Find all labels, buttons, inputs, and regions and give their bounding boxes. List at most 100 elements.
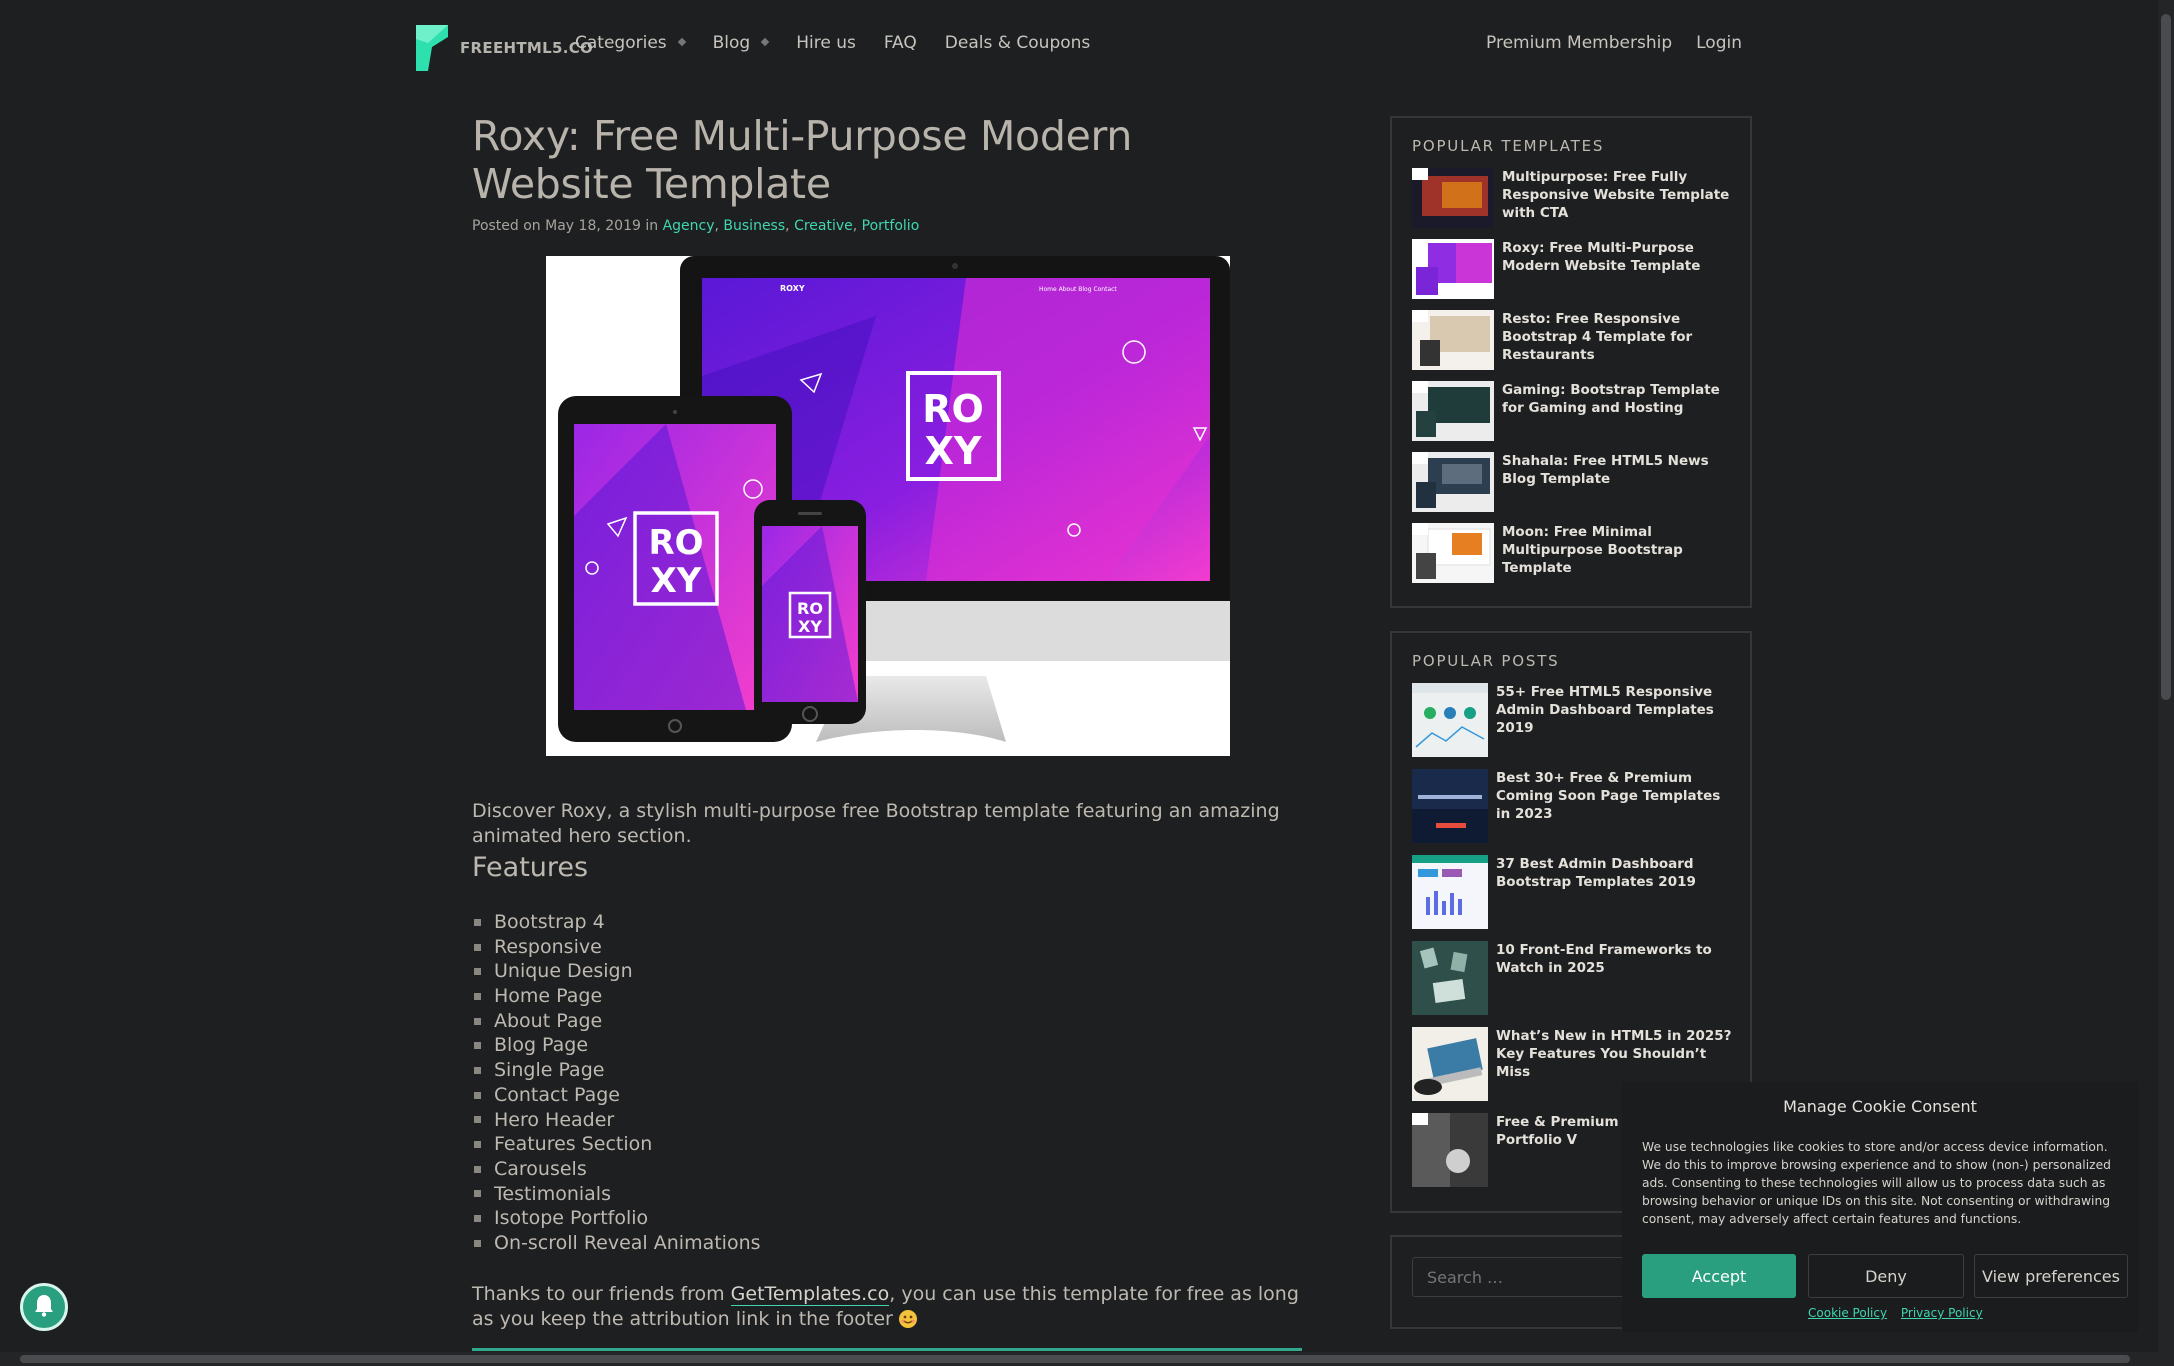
list-item[interactable]: Gaming: Bootstrap Template for Gaming an…: [1412, 381, 1732, 441]
bullet-icon: [474, 1091, 481, 1099]
category-link-business[interactable]: Business: [723, 218, 785, 234]
list-item: Contact Page: [472, 1083, 761, 1108]
post-thumbnail: [1412, 683, 1488, 757]
post-thumbnail: [1412, 855, 1488, 929]
list-item: Unique Design: [472, 959, 761, 984]
posted-prefix: Posted on: [472, 218, 541, 234]
bullet-icon: [474, 1239, 481, 1247]
bullet-icon: [474, 1116, 481, 1124]
nav-hire-us[interactable]: Hire us: [796, 33, 856, 53]
template-thumbnail: [1412, 310, 1494, 370]
page-title: Roxy: Free Multi-Purpose Modern Website …: [472, 112, 1133, 208]
cookie-policy-link[interactable]: Cookie Policy: [1808, 1306, 1887, 1320]
nav-deals-coupons[interactable]: Deals & Coupons: [945, 33, 1090, 53]
dropdown-indicator-icon: [760, 37, 770, 47]
privacy-policy-link[interactable]: Privacy Policy: [1901, 1306, 1983, 1320]
list-item[interactable]: 37 Best Admin Dashboard Bootstrap Templa…: [1412, 855, 1732, 929]
accept-button[interactable]: Accept: [1642, 1254, 1796, 1298]
notification-bell-button[interactable]: [20, 1283, 68, 1331]
template-thumbnail: [1412, 381, 1494, 441]
cookie-title: Manage Cookie Consent: [1783, 1097, 1977, 1116]
list-item: Carousels: [472, 1157, 761, 1182]
account-menu: Premium Membership Login: [1462, 33, 1742, 53]
hero-nav: Home About Blog Contact: [1039, 286, 1117, 293]
bullet-icon: [474, 1190, 481, 1198]
horizontal-scrollbar[interactable]: [0, 1352, 2174, 1366]
phone-logo-line2: XY: [798, 617, 822, 636]
dropdown-indicator-icon: [677, 37, 686, 47]
nav-premium-membership[interactable]: Premium Membership: [1486, 33, 1672, 53]
list-item[interactable]: Roxy: Free Multi-Purpose Modern Website …: [1412, 239, 1732, 299]
list-item[interactable]: 10 Front-End Frameworks to Watch in 2025: [1412, 941, 1732, 1015]
list-item[interactable]: Multipurpose: Free Fully Responsive Webs…: [1412, 168, 1732, 228]
list-item: Bootstrap 4: [472, 910, 761, 935]
site-logo[interactable]: FREEHTML5.CO: [416, 24, 593, 72]
bullet-icon: [474, 1042, 481, 1050]
list-item[interactable]: Moon: Free Minimal Multipurpose Bootstra…: [1412, 523, 1732, 583]
widget-title: POPULAR TEMPLATES: [1412, 137, 1605, 155]
deny-button[interactable]: Deny: [1808, 1254, 1964, 1298]
nav-blog[interactable]: Blog: [712, 33, 770, 53]
scrollbar-thumb[interactable]: [2161, 14, 2171, 700]
logo-text: FREEHTML5.CO: [460, 39, 594, 57]
list-item: On-scroll Reveal Animations: [472, 1231, 761, 1256]
nav-label: Categories: [575, 33, 667, 53]
popular-templates-widget: POPULAR TEMPLATES Multipurpose: Free Ful…: [1390, 116, 1752, 608]
list-item: Testimonials: [472, 1182, 761, 1207]
cookie-consent-panel: Manage Cookie Consent We use technologie…: [1622, 1082, 2138, 1332]
post-meta: Posted on May 18, 2019 in Agency, Busine…: [472, 218, 920, 234]
scrollbar-thumb[interactable]: [20, 1355, 2130, 1363]
list-item[interactable]: Shahala: Free HTML5 News Blog Template: [1412, 452, 1732, 512]
bullet-icon: [474, 992, 481, 1000]
features-heading: Features: [472, 852, 589, 883]
hero-image: RO XY ROXY Home About Blog Contact RO XY: [546, 256, 1230, 756]
list-item[interactable]: Best 30+ Free & Premium Coming Soon Page…: [1412, 769, 1732, 843]
cookie-links: Cookie Policy Privacy Policy: [1808, 1306, 1993, 1320]
gettemplates-link[interactable]: GetTemplates.co: [730, 1283, 890, 1306]
template-thumbnail: [1412, 452, 1494, 512]
list-item: About Page: [472, 1009, 761, 1034]
tablet-logo-line2: XY: [651, 561, 702, 601]
in-word: in: [645, 218, 659, 234]
smiling-emoji-icon: [898, 1310, 917, 1328]
list-item[interactable]: Resto: Free Responsive Bootstrap 4 Templ…: [1412, 310, 1732, 370]
bullet-icon: [474, 943, 481, 951]
category-link-creative[interactable]: Creative: [794, 218, 853, 234]
bullet-icon: [474, 1066, 481, 1074]
tablet-logo-line1: RO: [648, 523, 703, 563]
bullet-icon: [474, 968, 481, 976]
phone-mockup: RO XY: [754, 500, 866, 724]
post-thumbnail: [1412, 769, 1488, 843]
post-thumbnail: [1412, 941, 1488, 1015]
bullet-icon: [474, 1141, 481, 1149]
vertical-scrollbar[interactable]: [2158, 0, 2174, 1352]
template-thumbnail: [1412, 239, 1494, 299]
features-list: Bootstrap 4 Responsive Unique Design Hom…: [472, 910, 761, 1256]
logo-mark-icon: [416, 25, 452, 71]
bullet-icon: [474, 1165, 481, 1173]
widget-title: POPULAR POSTS: [1412, 652, 1560, 670]
category-link-portfolio[interactable]: Portfolio: [862, 218, 920, 234]
attribution-text: Thanks to our friends from GetTemplates.…: [472, 1283, 1299, 1330]
intro-text: Discover Roxy, a stylish multi-purpose f…: [472, 800, 1280, 847]
list-item: Blog Page: [472, 1033, 761, 1058]
nav-categories[interactable]: Categories: [575, 33, 686, 53]
list-item[interactable]: 55+ Free HTML5 Responsive Admin Dashboar…: [1412, 683, 1732, 757]
primary-menu: Categories Blog Hire us FAQ Deals & Coup…: [575, 33, 1118, 53]
nav-label: Blog: [712, 33, 751, 53]
nav-login[interactable]: Login: [1696, 33, 1742, 53]
list-item: Features Section: [472, 1132, 761, 1157]
list-item: Isotope Portfolio: [472, 1206, 761, 1231]
template-thumbnail: [1412, 168, 1494, 228]
article: Roxy: Free Multi-Purpose Modern Website …: [472, 112, 1302, 1330]
bullet-icon: [474, 1215, 481, 1223]
list-item: Home Page: [472, 984, 761, 1009]
nav-faq[interactable]: FAQ: [884, 33, 917, 53]
bullet-icon: [474, 1017, 481, 1025]
view-preferences-button[interactable]: View preferences: [1974, 1254, 2128, 1298]
list-item: Hero Header: [472, 1108, 761, 1133]
post-thumbnail: [1412, 1027, 1488, 1101]
bell-icon: [33, 1293, 55, 1321]
post-date: May 18, 2019: [545, 218, 641, 234]
category-link-agency[interactable]: Agency: [663, 218, 715, 234]
